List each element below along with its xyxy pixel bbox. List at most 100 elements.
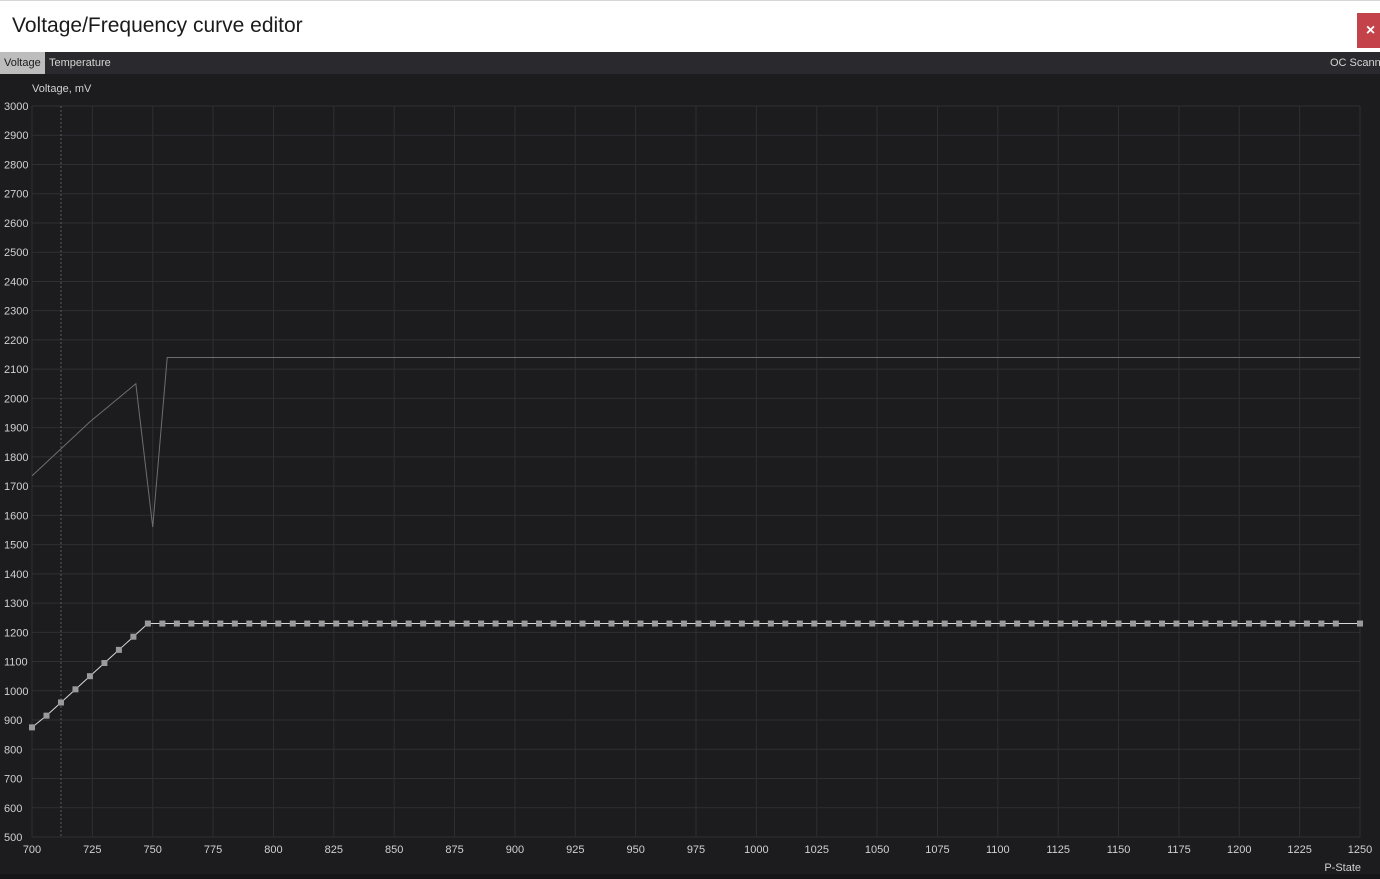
- curve-point[interactable]: [188, 620, 195, 627]
- curve-point[interactable]: [420, 620, 427, 627]
- curve-point[interactable]: [869, 620, 876, 627]
- curve-point[interactable]: [695, 620, 702, 627]
- curve-point[interactable]: [202, 620, 209, 627]
- curve-point[interactable]: [1289, 620, 1296, 627]
- tab-temperature[interactable]: Temperature: [45, 52, 115, 74]
- curve-point[interactable]: [347, 620, 354, 627]
- curve-point[interactable]: [478, 620, 485, 627]
- x-tick-label: 850: [385, 844, 403, 856]
- curve-point[interactable]: [536, 620, 543, 627]
- curve-point[interactable]: [492, 620, 499, 627]
- curve-point[interactable]: [86, 673, 93, 680]
- curve-point[interactable]: [376, 620, 383, 627]
- curve-point[interactable]: [1274, 620, 1281, 627]
- curve-point[interactable]: [101, 660, 108, 667]
- close-button[interactable]: ×: [1357, 13, 1380, 48]
- curve-point[interactable]: [912, 620, 919, 627]
- curve-point[interactable]: [999, 620, 1006, 627]
- curve-point[interactable]: [391, 620, 398, 627]
- curve-point[interactable]: [608, 620, 615, 627]
- curve-point[interactable]: [130, 633, 137, 640]
- curve-point[interactable]: [738, 620, 745, 627]
- curve-point[interactable]: [1144, 620, 1151, 627]
- curve-point[interactable]: [289, 620, 296, 627]
- curve-point[interactable]: [651, 620, 658, 627]
- curve-point[interactable]: [333, 620, 340, 627]
- curve-point[interactable]: [1057, 620, 1064, 627]
- curve-point[interactable]: [1130, 620, 1137, 627]
- curve-point[interactable]: [883, 620, 890, 627]
- curve-point[interactable]: [434, 620, 441, 627]
- curve-point[interactable]: [304, 620, 311, 627]
- curve-point[interactable]: [985, 620, 992, 627]
- curve-point[interactable]: [1318, 620, 1325, 627]
- curve-point[interactable]: [1231, 620, 1238, 627]
- curve-point[interactable]: [840, 620, 847, 627]
- curve-point[interactable]: [724, 620, 731, 627]
- curve-point[interactable]: [666, 620, 673, 627]
- curve-point[interactable]: [825, 620, 832, 627]
- curve-point[interactable]: [275, 620, 282, 627]
- curve-point[interactable]: [449, 620, 456, 627]
- curve-point[interactable]: [43, 712, 50, 719]
- curve-point[interactable]: [1115, 620, 1122, 627]
- curve-point[interactable]: [1357, 620, 1363, 627]
- curve-point[interactable]: [811, 620, 818, 627]
- curve-point[interactable]: [217, 620, 224, 627]
- curve-point[interactable]: [463, 620, 470, 627]
- curve-point[interactable]: [1072, 620, 1079, 627]
- x-tick-label: 1250: [1348, 844, 1372, 856]
- curve-point[interactable]: [1187, 620, 1194, 627]
- curve-point[interactable]: [1202, 620, 1209, 627]
- curve-point[interactable]: [1086, 620, 1093, 627]
- curve-point[interactable]: [1101, 620, 1108, 627]
- curve-point[interactable]: [579, 620, 586, 627]
- curve-point[interactable]: [594, 620, 601, 627]
- curve-point[interactable]: [941, 620, 948, 627]
- oc-scanner-button[interactable]: OC Scanner: [1326, 52, 1380, 74]
- curve-point[interactable]: [231, 620, 238, 627]
- curve-point[interactable]: [144, 620, 151, 627]
- curve-point[interactable]: [1159, 620, 1166, 627]
- curve-point[interactable]: [709, 620, 716, 627]
- curve-point[interactable]: [173, 620, 180, 627]
- curve-point[interactable]: [57, 699, 64, 706]
- curve-point[interactable]: [1216, 620, 1223, 627]
- curve-point[interactable]: [927, 620, 934, 627]
- curve-point[interactable]: [680, 620, 687, 627]
- curve-point[interactable]: [767, 620, 774, 627]
- curve-point[interactable]: [507, 620, 514, 627]
- curve-point[interactable]: [260, 620, 267, 627]
- curve-point[interactable]: [1303, 620, 1310, 627]
- curve-point[interactable]: [72, 686, 79, 693]
- curve-point[interactable]: [1043, 620, 1050, 627]
- curve-point[interactable]: [521, 620, 528, 627]
- curve-point[interactable]: [753, 620, 760, 627]
- curve-point[interactable]: [246, 620, 253, 627]
- curve-point[interactable]: [898, 620, 905, 627]
- curve-point[interactable]: [956, 620, 963, 627]
- curve-point[interactable]: [159, 620, 166, 627]
- curve-point[interactable]: [637, 620, 644, 627]
- curve-point[interactable]: [115, 646, 122, 653]
- curve-point[interactable]: [622, 620, 629, 627]
- curve-point[interactable]: [29, 724, 35, 731]
- curve-point[interactable]: [796, 620, 803, 627]
- y-tick-label: 1900: [4, 423, 28, 435]
- curve-point[interactable]: [1245, 620, 1252, 627]
- curve-point[interactable]: [565, 620, 572, 627]
- curve-point[interactable]: [1028, 620, 1035, 627]
- curve-point[interactable]: [1332, 620, 1339, 627]
- curve-point[interactable]: [1014, 620, 1021, 627]
- curve-point[interactable]: [362, 620, 369, 627]
- curve-point[interactable]: [405, 620, 412, 627]
- curve-point[interactable]: [1260, 620, 1267, 627]
- tab-voltage[interactable]: Voltage: [0, 52, 45, 74]
- curve-point[interactable]: [318, 620, 325, 627]
- curve-point[interactable]: [550, 620, 557, 627]
- curve-point[interactable]: [970, 620, 977, 627]
- curve-point[interactable]: [854, 620, 861, 627]
- curve-point[interactable]: [1173, 620, 1180, 627]
- curve-point[interactable]: [782, 620, 789, 627]
- vf-curve-chart[interactable]: 500 600 700 800 900 1000 1100 1200 1300 1400 1500 1…: [0, 74, 1380, 874]
